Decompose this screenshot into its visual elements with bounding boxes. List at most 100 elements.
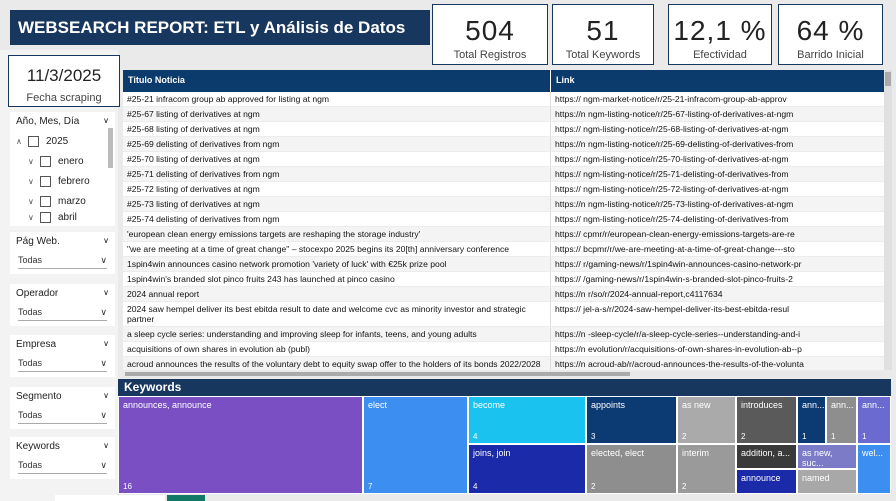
table-row[interactable]: "we are meeting at a time of great chang… — [123, 242, 885, 257]
treemap-tile[interactable]: wel... — [857, 444, 891, 494]
slicer-dropdown[interactable]: Todas ∨ — [18, 356, 107, 372]
date-hierarchy-slicer[interactable]: Año, Mes, Día ∨ ∧ 2025 ∨ enero ∨ febrero ∨ m… — [10, 112, 115, 226]
table-row[interactable]: #25-68 listing of derivatives at ngm http… — [123, 122, 885, 137]
cell-link[interactable]: https://n r/so/r/2024-annual-report,c411… — [551, 287, 885, 301]
column-header-titulo[interactable]: Titulo Noticia — [123, 70, 551, 92]
cell-link[interactable]: https:// ngm-listing-notice/r/25-72-list… — [551, 182, 885, 196]
treemap-tile[interactable]: ann... 1 — [797, 396, 826, 444]
treemap-tile[interactable]: appoints 3 — [586, 396, 677, 444]
news-table: Titulo Noticia Link #25-21 infracom grou… — [123, 70, 885, 370]
tree-item-month[interactable]: ∨ marzo — [16, 191, 115, 211]
treemap-tile[interactable]: elect 7 — [363, 396, 468, 494]
table-row[interactable]: acroud announces the results of the volu… — [123, 357, 885, 370]
table-row[interactable]: a sleep cycle series: understanding and … — [123, 327, 885, 342]
cell-link[interactable]: https:// ngm-listing-notice/r/25-74-deli… — [551, 212, 885, 226]
table-row[interactable]: #25-67 listing of derivatives at ngm http… — [123, 107, 885, 122]
table-vertical-scrollbar[interactable] — [884, 70, 892, 370]
treemap-tile[interactable]: ann... 1 — [857, 396, 891, 444]
checkbox[interactable] — [28, 135, 39, 147]
column-header-link[interactable]: Link — [551, 70, 885, 92]
cell-link[interactable]: https://n ngm-listing-notice/r/25-73-lis… — [551, 197, 885, 211]
cell-link[interactable]: https:// ngm-market-notice/r/25-21-infra… — [551, 92, 885, 106]
chevron-down-icon[interactable]: ∨ — [28, 157, 40, 166]
slicer-dropdown[interactable]: Todas ∨ — [18, 253, 107, 269]
checkbox[interactable] — [40, 155, 51, 167]
chevron-down-icon[interactable]: ∨ — [28, 177, 40, 186]
slicer-dropdown[interactable]: Todas ∨ — [18, 305, 107, 321]
cell-link[interactable]: https://n ngm-listing-notice/r/25-69-del… — [551, 137, 885, 151]
cell-link[interactable]: https:// ngm-listing-notice/r/25-71-deli… — [551, 167, 885, 181]
treemap-tile[interactable]: elected, elect 2 — [586, 444, 677, 494]
scrape-date-value: 11/3/2025 — [26, 66, 102, 85]
cell-titulo: #25-71 delisting of derivatives from ngm — [123, 167, 551, 181]
treemap-tile[interactable]: ann... 1 — [826, 396, 857, 444]
cell-link[interactable]: https:// ngm-listing-notice/r/25-70-list… — [551, 152, 885, 166]
table-row[interactable]: 1spin4win's branded slot pinco fruits 24… — [123, 272, 885, 287]
table-row[interactable]: 1spin4win announces casino network promo… — [123, 257, 885, 272]
treemap-tile-count: 2 — [741, 432, 746, 441]
treemap-tile[interactable]: announce — [736, 469, 797, 494]
treemap-tile[interactable]: introduces 2 — [736, 396, 797, 444]
chevron-down-icon[interactable]: ∨ — [103, 116, 109, 127]
cell-link[interactable]: https://n ngm-listing-notice/r/25-67-lis… — [551, 107, 885, 121]
treemap-tile[interactable]: as new, suc... — [797, 444, 857, 469]
cell-link[interactable]: https:// jel-a-s/r/2024-saw-hempel-deliv… — [551, 302, 885, 326]
slicer-empresa[interactable]: Empresa ∨ Todas ∨ — [10, 335, 115, 377]
chevron-down-icon[interactable]: ∨ — [103, 441, 109, 452]
table-row[interactable]: #25-71 delisting of derivatives from ngm… — [123, 167, 885, 182]
cell-titulo: #25-72 listing of derivatives at ngm — [123, 182, 551, 196]
slicer-dropdown[interactable]: Todas ∨ — [18, 458, 107, 474]
slicer-segmento[interactable]: Segmento ∨ Todas ∨ — [10, 387, 115, 429]
table-row[interactable]: #25-21 infracom group ab approved for li… — [123, 92, 885, 107]
table-row[interactable]: #25-70 listing of derivatives at ngm http… — [123, 152, 885, 167]
slicer-keywords[interactable]: Keywords ∨ Todas ∨ — [10, 437, 115, 479]
table-row[interactable]: #25-72 listing of derivatives at ngm http… — [123, 182, 885, 197]
chevron-down-icon[interactable]: ∨ — [103, 288, 109, 299]
checkbox[interactable] — [40, 175, 51, 187]
cell-link[interactable]: https://n -sleep-cycle/r/a-sleep-cycle-s… — [551, 327, 885, 341]
treemap-tile[interactable]: interim 2 — [677, 444, 736, 494]
table-row[interactable]: #25-74 delisting of derivatives from ngm… — [123, 212, 885, 227]
slicer-pag-web[interactable]: Pág Web. ∨ Todas ∨ — [10, 232, 115, 274]
scrollbar-thumb[interactable] — [125, 372, 630, 376]
treemap-tile[interactable]: announces, announce 16 — [118, 396, 363, 494]
chevron-down-icon[interactable]: ∨ — [103, 339, 109, 350]
cell-link[interactable]: https://n evolution/r/acquisitions-of-ow… — [551, 342, 885, 356]
chevron-down-icon[interactable]: ∨ — [28, 213, 40, 222]
table-row[interactable]: acquisitions of own shares in evolution … — [123, 342, 885, 357]
table-row[interactable]: 2024 saw hempel deliver its best ebitda … — [123, 302, 885, 327]
tree-item-month[interactable]: ∨ abril — [16, 211, 115, 223]
checkbox[interactable] — [40, 195, 51, 207]
table-horizontal-scrollbar[interactable] — [123, 372, 885, 377]
scrollbar-thumb[interactable] — [885, 72, 891, 86]
chevron-up-icon[interactable]: ∧ — [16, 137, 28, 146]
report-title: WEBSEARCH REPORT: ETL y Análisis de Dato… — [10, 10, 430, 72]
treemap-tile[interactable]: as new 2 — [677, 396, 736, 444]
tree-item-year[interactable]: ∧ 2025 — [16, 131, 115, 151]
cell-link[interactable]: https://n acroud-ab/r/acroud-announces-t… — [551, 357, 885, 370]
slicer-operador[interactable]: Operador ∨ Todas ∨ — [10, 284, 115, 326]
cell-link[interactable]: https:// bcpmr/r/we-are-meeting-at-a-tim… — [551, 242, 885, 256]
slicer-scrollbar[interactable] — [108, 128, 113, 168]
checkbox[interactable] — [40, 211, 51, 223]
page-tab[interactable] — [55, 495, 165, 501]
cell-link[interactable]: https:// /gaming-news/r/1spin4win-s-bran… — [551, 272, 885, 286]
treemap-tile[interactable]: addition, a... — [736, 444, 797, 469]
table-row[interactable]: #25-73 listing of derivatives at ngm http… — [123, 197, 885, 212]
table-row[interactable]: 2024 annual report https://n r/so/r/2024-… — [123, 287, 885, 302]
treemap-tile[interactable]: become 4 — [468, 396, 586, 444]
cell-link[interactable]: https:// r/gaming-news/r/1spin4win-annou… — [551, 257, 885, 271]
tree-item-month[interactable]: ∨ enero — [16, 151, 115, 171]
tree-item-month[interactable]: ∨ febrero — [16, 171, 115, 191]
chevron-down-icon[interactable]: ∨ — [103, 236, 109, 247]
chevron-down-icon[interactable]: ∨ — [28, 197, 40, 206]
slicer-dropdown[interactable]: Todas ∨ — [18, 408, 107, 424]
cell-link[interactable]: https:// cpmr/r/european-clean-energy-em… — [551, 227, 885, 241]
chevron-down-icon[interactable]: ∨ — [103, 391, 109, 402]
treemap-tile[interactable]: joins, join 4 — [468, 444, 586, 494]
table-row[interactable]: 'european clean energy emissions targets… — [123, 227, 885, 242]
treemap-tile[interactable]: named — [797, 469, 857, 494]
cell-link[interactable]: https:// ngm-listing-notice/r/25-68-list… — [551, 122, 885, 136]
table-row[interactable]: #25-69 delisting of derivatives from ngm… — [123, 137, 885, 152]
page-tab-active[interactable] — [167, 495, 205, 501]
